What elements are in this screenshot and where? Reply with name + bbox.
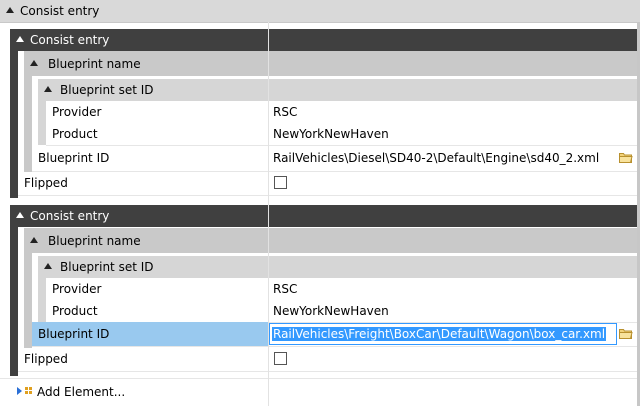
entry-2-header[interactable]: Consist entry bbox=[10, 205, 637, 227]
entry-1-product-row[interactable]: Product NewYorkNewHaven bbox=[46, 123, 637, 146]
collapse-triangle-icon[interactable] bbox=[30, 60, 38, 66]
entry-2-header-label: Consist entry bbox=[30, 209, 110, 223]
property-grid: Consist entry Consist entry Blueprint na… bbox=[0, 0, 640, 406]
blueprint-id-value[interactable]: RailVehicles\Diesel\SD40-2\Default\Engin… bbox=[273, 151, 599, 165]
product-label: Product bbox=[52, 304, 98, 318]
collapse-triangle-icon[interactable] bbox=[30, 237, 38, 243]
entry-1-blueprint-name-header[interactable]: Blueprint name bbox=[24, 51, 637, 76]
flipped-checkbox[interactable] bbox=[274, 176, 287, 189]
entry-1-blueprint-id-row[interactable]: Blueprint ID RailVehicles\Diesel\SD40-2\… bbox=[32, 146, 637, 172]
folder-icon[interactable] bbox=[619, 328, 633, 339]
provider-value[interactable]: RSC bbox=[273, 105, 297, 119]
entry-2-blueprint-set-id-header[interactable]: Blueprint set ID bbox=[38, 256, 637, 278]
flipped-label: Flipped bbox=[24, 176, 68, 190]
blueprint-id-selected-text[interactable]: RailVehicles\Freight\BoxCar\Default\Wago… bbox=[272, 327, 607, 341]
provider-label: Provider bbox=[52, 282, 102, 296]
entry-1-flipped-row[interactable]: Flipped bbox=[18, 172, 637, 196]
entry-1-provider-row[interactable]: Provider RSC bbox=[46, 101, 637, 124]
collapse-triangle-icon[interactable] bbox=[16, 36, 24, 42]
product-value[interactable]: NewYorkNewHaven bbox=[273, 127, 389, 141]
collapse-triangle-icon[interactable] bbox=[44, 263, 52, 269]
collapse-triangle-icon[interactable] bbox=[44, 86, 52, 92]
entry-2-indent-bar bbox=[10, 205, 18, 376]
collapse-triangle-icon[interactable] bbox=[6, 7, 14, 13]
blueprint-id-edit-field[interactable]: RailVehicles\Freight\BoxCar\Default\Wago… bbox=[269, 323, 617, 345]
entry-2-blueprint-name-header[interactable]: Blueprint name bbox=[24, 228, 637, 253]
blueprint-id-label: Blueprint ID bbox=[38, 151, 110, 165]
folder-icon[interactable] bbox=[619, 152, 633, 163]
add-element-label[interactable]: Add Element... bbox=[37, 385, 125, 399]
entry-2-provider-row[interactable]: Provider RSC bbox=[46, 278, 637, 301]
column-separator[interactable] bbox=[268, 22, 269, 406]
add-element-icon[interactable] bbox=[16, 386, 34, 398]
collapse-triangle-icon[interactable] bbox=[16, 212, 24, 218]
provider-label: Provider bbox=[52, 105, 102, 119]
blueprint-id-label: Blueprint ID bbox=[38, 327, 110, 341]
entry-2-blueprint-set-id-label: Blueprint set ID bbox=[60, 260, 154, 274]
root-header[interactable]: Consist entry bbox=[0, 0, 640, 23]
product-label: Product bbox=[52, 127, 98, 141]
entry-1-blueprint-set-id-header[interactable]: Blueprint set ID bbox=[38, 79, 637, 101]
flipped-label: Flipped bbox=[24, 352, 68, 366]
entry-1-header[interactable]: Consist entry bbox=[10, 29, 637, 51]
entry-1-blueprint-name-label: Blueprint name bbox=[48, 57, 141, 71]
root-header-label: Consist entry bbox=[20, 4, 100, 18]
entry-2-flipped-row[interactable]: Flipped bbox=[18, 348, 637, 372]
provider-value[interactable]: RSC bbox=[273, 282, 297, 296]
add-element-row[interactable]: Add Element... bbox=[0, 378, 637, 407]
entry-2-blueprint-name-label: Blueprint name bbox=[48, 234, 141, 248]
entry-1-blueprint-set-id-label: Blueprint set ID bbox=[60, 83, 154, 97]
entry-1-indent-bar bbox=[10, 29, 18, 198]
entry-1-header-label: Consist entry bbox=[30, 33, 110, 47]
flipped-checkbox[interactable] bbox=[274, 352, 287, 365]
entry-2-product-row[interactable]: Product NewYorkNewHaven bbox=[46, 300, 637, 323]
product-value[interactable]: NewYorkNewHaven bbox=[273, 304, 389, 318]
entry-2-blueprint-id-row[interactable]: Blueprint ID RailVehicles\Freight\BoxCar… bbox=[32, 322, 637, 347]
